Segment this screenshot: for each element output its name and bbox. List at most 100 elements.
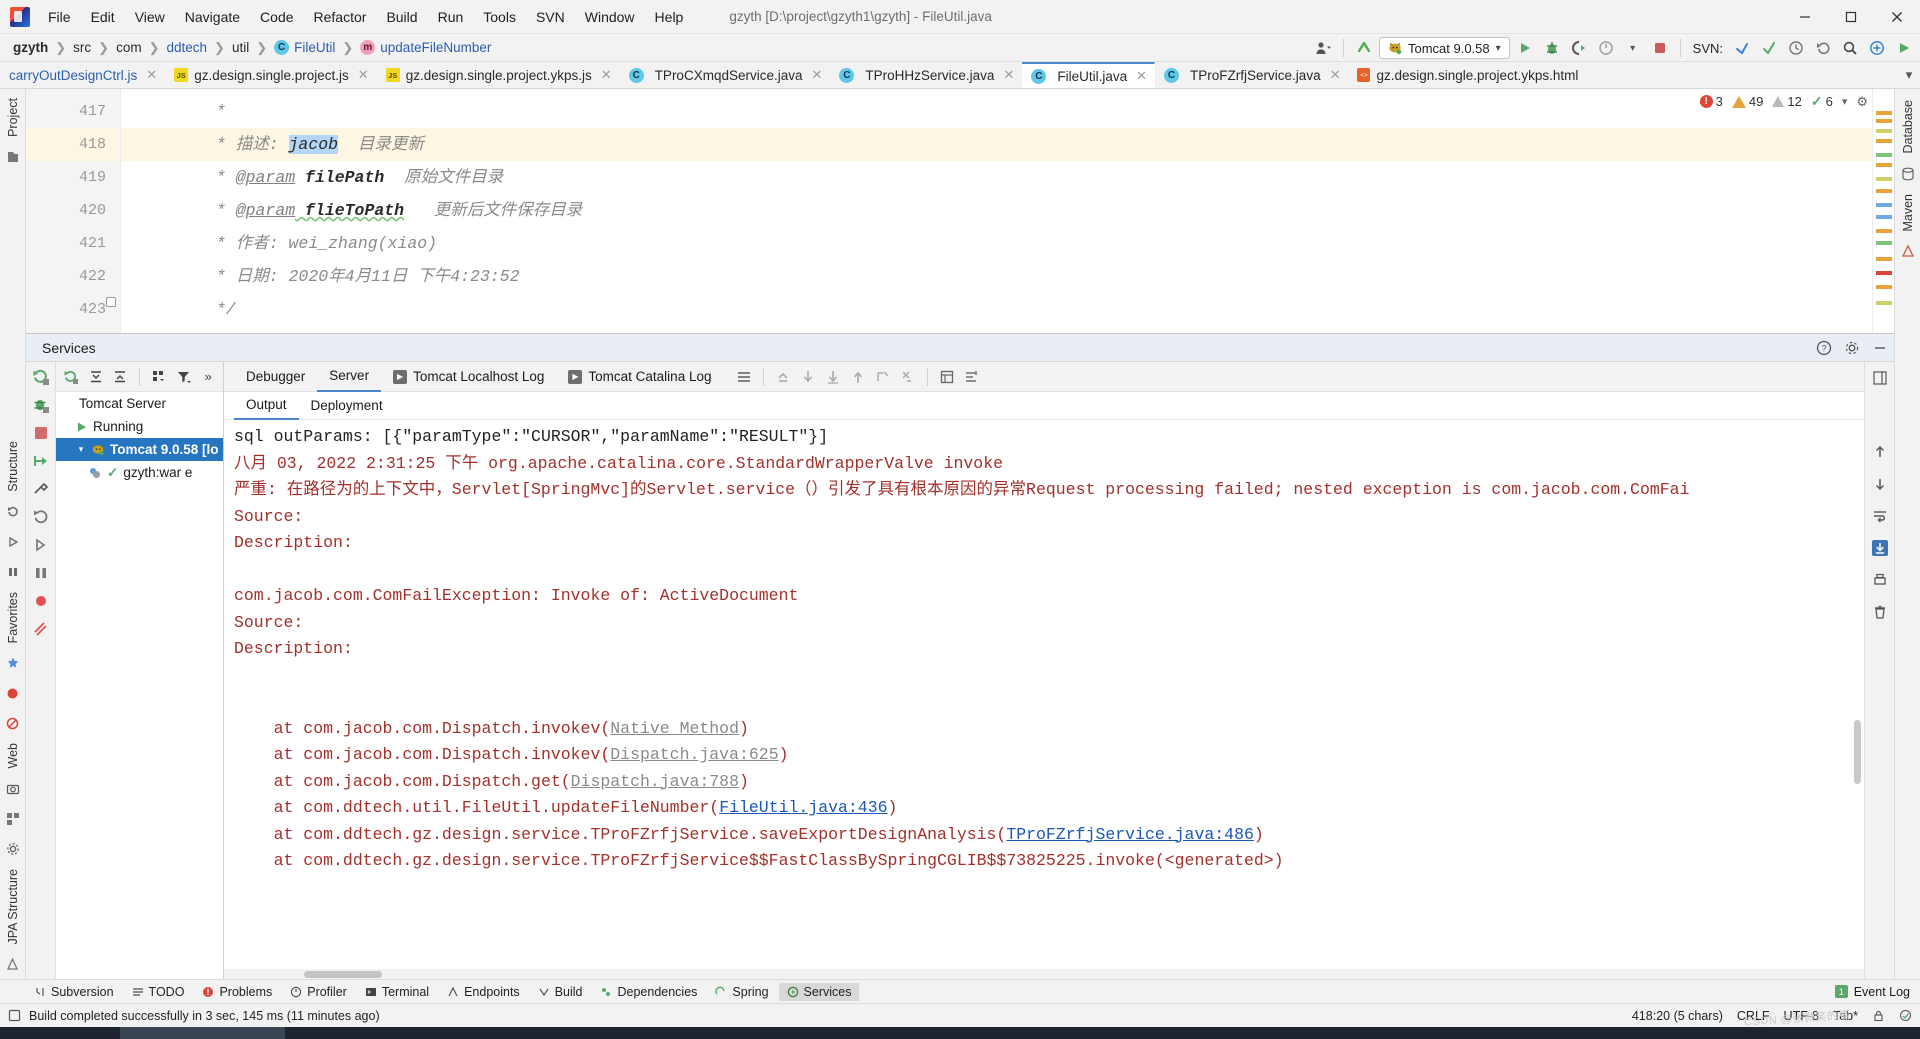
tool-window-favorites[interactable]: Favorites [6,587,20,648]
tool-button-services[interactable]: Services [778,982,860,1001]
menu-help[interactable]: Help [645,4,694,30]
tool-button-endpoints[interactable]: Endpoints [439,983,528,1001]
error-count-badge[interactable]: ! 3 [1699,94,1723,109]
layout-icon[interactable] [1870,368,1890,388]
tool-button-spring[interactable]: Spring [707,983,776,1001]
menu-tools[interactable]: Tools [473,4,526,30]
group-icon[interactable] [148,366,170,388]
soft-wrap-icon[interactable] [733,366,755,388]
editor-tab-carryoutdesignctrl[interactable]: carryOutDesignCtrl.js ✕ [0,62,165,88]
clear-all-icon[interactable] [961,366,983,388]
scroll-to-end-icon[interactable] [822,366,844,388]
tree-row-tomcat-instance[interactable]: ▾ Tomcat 9.0.58 [lo [56,438,223,461]
wrap-text-icon[interactable] [1870,506,1890,526]
menu-refactor[interactable]: Refactor [304,4,377,30]
run-with-coverage-icon[interactable] [1567,36,1591,60]
tab-tomcat-catalina-log[interactable]: ▶ Tomcat Catalina Log [556,362,723,392]
caret-position[interactable]: 418:20 (5 chars) [1632,1009,1723,1023]
console-output[interactable]: sql outParams: [{"paramType":"CURSOR","p… [224,420,1864,979]
svn-commit-icon[interactable] [1757,36,1781,60]
sub-tab-deployment[interactable]: Deployment [299,392,395,420]
tree-row-artifact[interactable]: ✓ gzyth:war e [56,461,223,484]
code-editor[interactable]: 417 418 419 420 421 422 423 424 * * 描述: … [26,89,1894,334]
run-icon[interactable] [1513,36,1537,60]
tool-window-database[interactable]: Database [1901,95,1915,159]
scroll-down-icon[interactable] [1870,474,1890,494]
svn-update-icon[interactable] [1730,36,1754,60]
file-encoding[interactable]: UTF-8 [1784,1009,1819,1023]
database-icon[interactable] [1899,165,1917,183]
editor-gutter[interactable]: 417 418 419 420 421 422 423 424 [26,89,121,333]
close-icon[interactable]: ✕ [1136,68,1147,84]
menu-run[interactable]: Run [428,4,474,30]
maven-icon[interactable] [1899,242,1917,260]
editor-tab-tprohhzservice[interactable]: C TProHHzService.java ✕ [830,62,1022,88]
tabs-overflow-icon[interactable]: ▾ [1898,62,1920,88]
jpa-icon[interactable] [4,955,22,973]
rerun-icon[interactable] [32,368,50,386]
menu-svn[interactable]: SVN [526,4,575,30]
next-occurrence-icon[interactable] [897,366,919,388]
tool-button-subversion[interactable]: Subversion [26,983,122,1001]
tree-row-running[interactable]: Running [56,415,223,438]
tool-button-dependencies[interactable]: Dependencies [592,983,705,1001]
close-icon[interactable]: ✕ [1330,67,1341,83]
scroll-up-icon[interactable] [847,366,869,388]
menu-window[interactable]: Window [575,4,645,30]
run-configuration-selector[interactable]: Tomcat 9.0.58 ▾ [1378,37,1510,59]
event-log-button[interactable]: 1 Event Log [1834,985,1910,999]
editor-tab-tprofzrfjservice[interactable]: C TProFZrfjService.java ✕ [1155,62,1348,88]
weak-warning-count-badge[interactable]: 12 [1772,94,1802,109]
tree-row-tomcat-server[interactable]: Tomcat Server [56,392,223,415]
search-icon[interactable] [1838,36,1862,60]
editor-tab-tprocxmqdservice[interactable]: C TProCXmqdService.java ✕ [620,62,831,88]
close-icon[interactable]: ✕ [358,67,369,83]
modules-icon[interactable] [4,810,22,828]
chevron-down-icon[interactable]: ▾ [1842,95,1848,108]
user-icon[interactable] [1311,36,1335,60]
mute-breakpoints-icon[interactable] [4,714,22,732]
ide-run-icon[interactable] [1892,36,1916,60]
deploy-icon[interactable] [32,452,50,470]
settings-inspections-icon[interactable]: ⚙ [1856,94,1868,110]
stacktrace-link[interactable]: Native Method [610,719,739,738]
tool-window-project[interactable]: Project [6,93,20,142]
minimize-panel-icon[interactable] [1872,340,1888,356]
prev-occurrence-icon[interactable] [872,366,894,388]
pause-icon[interactable] [32,564,50,582]
disable-icon[interactable] [32,620,50,638]
pause-icon[interactable] [4,563,22,581]
menu-view[interactable]: View [125,4,175,30]
tab-server[interactable]: Server [317,362,382,392]
tool-button-profiler[interactable]: Profiler [282,983,355,1001]
inspection-stripe-bar[interactable] [1872,89,1894,333]
ok-count-badge[interactable]: ✓ 6 [1811,93,1833,110]
filter-icon[interactable] [173,366,195,388]
indent-setting[interactable]: Tab* [1833,1009,1858,1023]
stop-icon[interactable] [32,424,50,442]
scroll-up-icon[interactable] [1870,442,1890,462]
print-icon[interactable] [936,366,958,388]
tool-window-web[interactable]: Web [6,738,20,773]
project-files-icon[interactable] [4,148,22,166]
tool-window-jpa-structure[interactable]: JPA Structure [6,864,20,950]
debug-icon[interactable] [1540,36,1564,60]
code-fold-icon[interactable] [106,297,116,307]
inspection-status[interactable]: ! 3 49 12 ✓ 6 ▾ ⚙ [1699,93,1868,110]
run-small-icon[interactable] [4,533,22,551]
scrollbar-thumb[interactable] [304,971,382,978]
gear-icon[interactable] [1844,340,1860,356]
menu-code[interactable]: Code [250,4,303,30]
tool-button-problems[interactable]: Problems [194,983,280,1001]
breakpoint-icon[interactable] [4,684,22,702]
delete-icon[interactable] [1870,602,1890,622]
breadcrumb-item-gzyth[interactable]: gzyth [10,39,51,56]
collapse-all-icon[interactable] [109,366,131,388]
more-icon[interactable]: » [197,366,219,388]
tool-window-maven[interactable]: Maven [1901,189,1915,237]
close-icon[interactable]: ✕ [1003,67,1014,83]
edit-icon[interactable] [32,592,50,610]
refresh-icon[interactable] [60,366,82,388]
editor-tab-gz-design-single-project-ykps-js[interactable]: JS gz.design.single.project.ykps.js ✕ [377,62,620,88]
stacktrace-link[interactable]: FileUtil.java:436 [719,798,887,817]
